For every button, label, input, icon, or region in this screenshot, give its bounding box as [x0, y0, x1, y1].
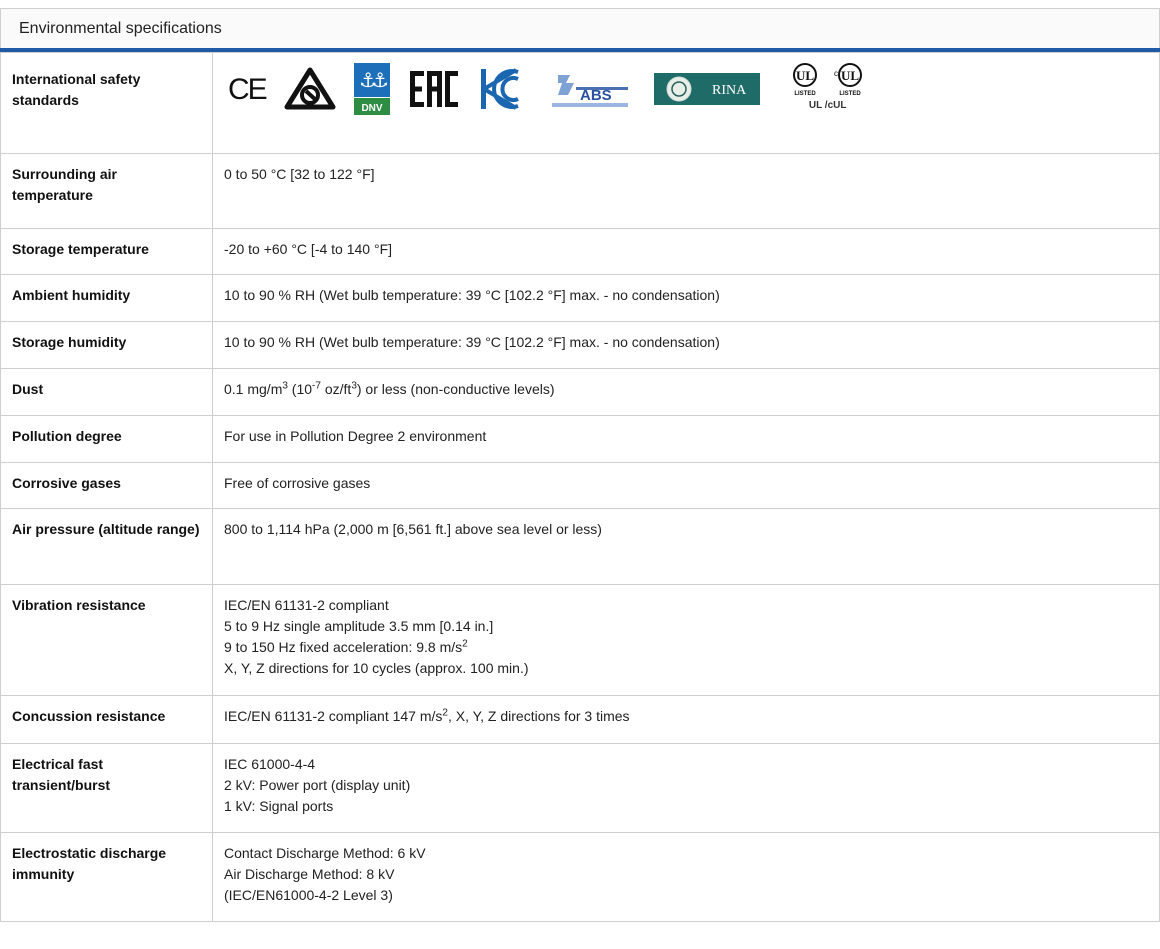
row-value: Free of corrosive gases: [212, 462, 1160, 509]
table-row: International safety standards CE ⚓ ⚓ DN…: [0, 52, 1160, 154]
row-label: Surrounding air temperature: [0, 153, 213, 229]
table-row: Surrounding air temperature 0 to 50 °C […: [0, 153, 1160, 229]
row-label: Storage humidity: [0, 321, 213, 369]
table-row: Vibration resistance IEC/EN 61131-2 comp…: [0, 584, 1160, 696]
row-value: 10 to 90 % RH (Wet bulb temperature: 39 …: [212, 321, 1160, 369]
row-label: Ambient humidity: [0, 274, 213, 322]
row-value: -20 to +60 °C [-4 to 140 °F]: [212, 228, 1160, 275]
rina-logo: RINA: [653, 73, 760, 105]
svg-text:RINA: RINA: [712, 83, 747, 98]
spec-panel: Environmental specifications Internation…: [0, 8, 1160, 949]
abs-logo: ABS: [550, 69, 632, 109]
row-label: Corrosive gases: [0, 462, 213, 509]
svg-text:c: c: [834, 69, 838, 78]
ul-listed-logo: UL LISTED c UL LISTED UL /cUL: [792, 62, 864, 116]
row-label: Electrostatic discharge immunity: [0, 832, 213, 922]
certification-logos: CE ⚓ ⚓ DNV ABS RINA UL LISTED c UL LISTE…: [212, 52, 1160, 154]
spec-table: International safety standards CE ⚓ ⚓ DN…: [0, 52, 1160, 922]
row-label: International safety standards: [0, 52, 213, 154]
row-value: Contact Discharge Method: 6 kV Air Disch…: [212, 832, 1160, 922]
ul-caption: UL /cUL: [808, 99, 847, 111]
svg-text:DNV: DNV: [361, 103, 382, 114]
table-row: Dust 0.1 mg/m3 (10-7 oz/ft3) or less (no…: [0, 368, 1160, 416]
row-value: For use in Pollution Degree 2 environmen…: [212, 415, 1160, 463]
svg-text:⚓: ⚓: [371, 68, 389, 92]
row-value: IEC 61000-4-4 2 kV: Power port (display …: [212, 743, 1160, 833]
panel-header: Environmental specifications: [0, 8, 1160, 48]
row-value: IEC/EN 61131-2 compliant 5 to 9 Hz singl…: [212, 584, 1160, 696]
table-row: Corrosive gases Free of corrosive gases: [0, 462, 1160, 509]
row-label: Vibration resistance: [0, 584, 213, 696]
row-label: Storage temperature: [0, 228, 213, 275]
table-row: Concussion resistance IEC/EN 61131-2 com…: [0, 695, 1160, 744]
table-row: Ambient humidity 10 to 90 % RH (Wet bulb…: [0, 274, 1160, 322]
kc-mark-logo: [478, 66, 522, 112]
table-row: Pollution degree For use in Pollution De…: [0, 415, 1160, 463]
table-row: Electrostatic discharge immunity Contact…: [0, 832, 1160, 922]
rcm-mark-logo: [284, 67, 336, 111]
row-value: 0 to 50 °C [32 to 122 °F]: [212, 153, 1160, 229]
row-value: 0.1 mg/m3 (10-7 oz/ft3) or less (non-con…: [212, 368, 1160, 416]
svg-text:UL: UL: [796, 68, 814, 83]
table-row: Storage humidity 10 to 90 % RH (Wet bulb…: [0, 321, 1160, 369]
svg-text:ABS: ABS: [580, 87, 612, 104]
row-value: 800 to 1,114 hPa (2,000 m [6,561 ft.] ab…: [212, 508, 1160, 585]
table-row: Storage temperature -20 to +60 °C [-4 to…: [0, 228, 1160, 275]
row-value: 10 to 90 % RH (Wet bulb temperature: 39 …: [212, 274, 1160, 322]
eac-mark-logo: [408, 67, 460, 111]
table-row: Air pressure (altitude range) 800 to 1,1…: [0, 508, 1160, 585]
table-row: Electrical fast transient/burst IEC 6100…: [0, 743, 1160, 833]
row-label: Dust: [0, 368, 213, 416]
svg-text:UL: UL: [841, 68, 859, 83]
row-label: Concussion resistance: [0, 695, 213, 744]
panel-title: Environmental specifications: [19, 19, 222, 37]
ce-mark-logo: CE: [228, 72, 268, 106]
row-label: Electrical fast transient/burst: [0, 743, 213, 833]
dnv-logo: ⚓ ⚓ DNV: [353, 63, 390, 115]
row-value: IEC/EN 61131-2 compliant 147 m/s2, X, Y,…: [212, 695, 1160, 744]
row-label: Pollution degree: [0, 415, 213, 463]
row-label: Air pressure (altitude range): [0, 508, 213, 585]
